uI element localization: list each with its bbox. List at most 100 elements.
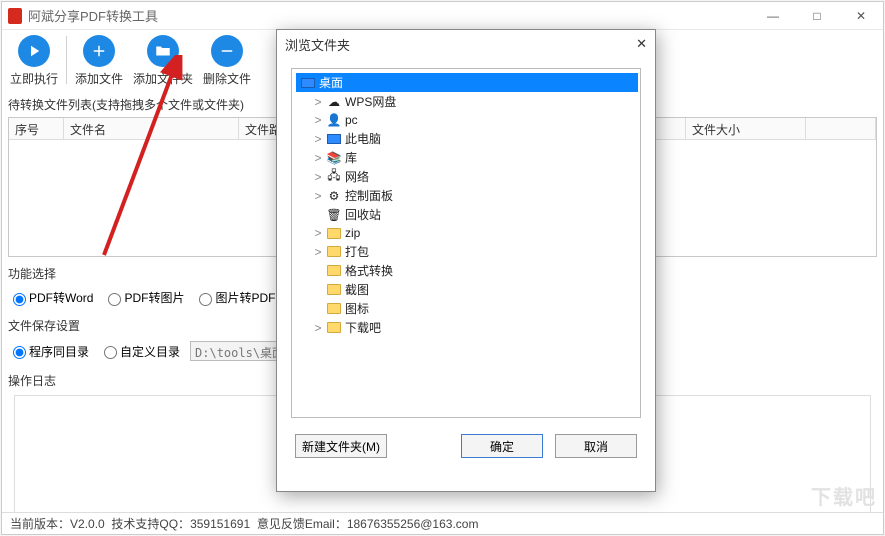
folder-icon	[326, 282, 342, 298]
tree-root-desktop[interactable]: 桌面	[296, 73, 638, 92]
watermark: 下载吧	[811, 481, 877, 510]
expand-icon[interactable]: >	[312, 113, 324, 127]
radio-customdir[interactable]: 自定义目录	[99, 343, 180, 360]
tree-item-label: 回收站	[345, 206, 381, 223]
tree-item-label: 网络	[345, 168, 369, 185]
expand-icon[interactable]	[312, 283, 324, 297]
version-value: V2.0.0	[70, 517, 105, 531]
dialog-buttons: 新建文件夹(M) 确定 取消	[277, 424, 655, 468]
tree-item-label: 截图	[345, 281, 369, 298]
panel-icon: ⚙	[326, 188, 342, 204]
dialog-close-button[interactable]: ✕	[636, 36, 647, 52]
expand-icon[interactable]: >	[312, 170, 324, 184]
tree-item[interactable]: 格式转换	[312, 261, 638, 280]
tree-item[interactable]: >📚库	[312, 148, 638, 167]
folder-icon	[326, 225, 342, 241]
folder-icon	[147, 35, 179, 67]
window-title: 阿斌分享PDF转换工具	[28, 6, 158, 25]
run-button[interactable]: 立即执行	[2, 30, 66, 92]
tree-root-label: 桌面	[319, 74, 343, 91]
expand-icon[interactable]	[312, 302, 324, 316]
net-icon: 🖧	[326, 169, 342, 185]
folder-icon	[326, 263, 342, 279]
radio-img2pdf-label: 图片转PDF	[215, 289, 275, 306]
expand-icon[interactable]: >	[312, 151, 324, 165]
tree-item-label: WPS网盘	[345, 93, 396, 110]
col-no[interactable]: 序号	[9, 118, 64, 139]
radio-pdf2word-label: PDF转Word	[29, 289, 93, 306]
radio-pdf2word[interactable]: PDF转Word	[8, 289, 93, 306]
add-folder-button[interactable]: 添加文件夹	[131, 30, 195, 92]
expand-icon[interactable]: >	[312, 132, 324, 146]
run-label: 立即执行	[10, 70, 58, 87]
title-bar: 阿斌分享PDF转换工具 — □ ✕	[2, 2, 883, 30]
email-label: 意见反馈Email：	[257, 515, 347, 532]
folder-tree[interactable]: 桌面 >☁WPS网盘>👤pc>此电脑>📚库>🖧网络>⚙控制面板 🗑回收站>zip…	[291, 68, 641, 418]
tree-item-label: 库	[345, 149, 357, 166]
ok-button[interactable]: 确定	[461, 434, 543, 458]
tree-item-label: 打包	[345, 243, 369, 260]
expand-icon[interactable]: >	[312, 95, 324, 109]
expand-icon[interactable]: >	[312, 245, 324, 259]
dialog-title: 浏览文件夹	[285, 35, 350, 54]
col-extra[interactable]	[806, 118, 876, 139]
dialog-header: 浏览文件夹 ✕	[277, 30, 655, 58]
expand-icon[interactable]	[312, 208, 324, 222]
qq-label: 技术支持QQ：	[111, 515, 190, 532]
expand-icon[interactable]: >	[312, 189, 324, 203]
email-value: 18676355256@163.com	[347, 517, 479, 531]
tree-item-label: zip	[345, 226, 360, 240]
expand-icon[interactable]: >	[312, 321, 324, 335]
user-icon: 👤	[326, 112, 342, 128]
new-folder-button[interactable]: 新建文件夹(M)	[295, 434, 387, 458]
tree-item[interactable]: > 打包	[312, 242, 638, 261]
cloud-icon: ☁	[326, 94, 342, 110]
radio-img2pdf[interactable]: 图片转PDF	[194, 289, 275, 306]
tree-item[interactable]: > zip	[312, 224, 638, 242]
plus-icon	[83, 35, 115, 67]
delete-file-label: 删除文件	[203, 70, 251, 87]
expand-icon[interactable]: >	[312, 226, 324, 240]
browse-folder-dialog: 浏览文件夹 ✕ 桌面 >☁WPS网盘>👤pc>此电脑>📚库>🖧网络>⚙控制面板 …	[276, 29, 656, 492]
radio-samedir[interactable]: 程序同目录	[8, 343, 89, 360]
maximize-button[interactable]: □	[795, 2, 839, 30]
lib-icon: 📚	[326, 150, 342, 166]
tree-item[interactable]: >☁WPS网盘	[312, 92, 638, 111]
radio-samedir-label: 程序同目录	[29, 343, 89, 360]
tree-item[interactable]: >👤pc	[312, 111, 638, 129]
tree-item-label: 格式转换	[345, 262, 393, 279]
radio-pdf2img[interactable]: PDF转图片	[103, 289, 184, 306]
radio-pdf2img-label: PDF转图片	[124, 289, 184, 306]
expand-icon[interactable]	[312, 264, 324, 278]
minimize-button[interactable]: —	[751, 2, 795, 30]
tree-item-label: 图标	[345, 300, 369, 317]
add-file-button[interactable]: 添加文件	[67, 30, 131, 92]
qq-value: 359151691	[190, 517, 250, 531]
tree-item[interactable]: >下载吧	[312, 318, 638, 337]
trash-icon: 🗑	[326, 207, 342, 223]
status-bar: 当前版本： V2.0.0 技术支持QQ： 359151691 意见反馈Email…	[2, 512, 883, 534]
monitor-icon	[300, 75, 316, 91]
tree-item-label: 此电脑	[345, 130, 381, 147]
close-button[interactable]: ✕	[839, 2, 883, 30]
tree-item[interactable]: > 此电脑	[312, 129, 638, 148]
tree-item[interactable]: 截图	[312, 280, 638, 299]
tree-item[interactable]: 图标	[312, 299, 638, 318]
add-file-label: 添加文件	[75, 70, 123, 87]
add-folder-label: 添加文件夹	[133, 70, 193, 87]
monitor-icon	[326, 131, 342, 147]
version-label: 当前版本：	[10, 515, 70, 532]
tree-item-label: pc	[345, 113, 358, 127]
cancel-button[interactable]: 取消	[555, 434, 637, 458]
col-size[interactable]: 文件大小	[686, 118, 806, 139]
folder-icon	[326, 244, 342, 260]
tree-item[interactable]: >🖧网络	[312, 167, 638, 186]
radio-customdir-label: 自定义目录	[120, 343, 180, 360]
col-name[interactable]: 文件名	[64, 118, 239, 139]
play-icon	[18, 35, 50, 67]
tree-item[interactable]: >⚙控制面板	[312, 186, 638, 205]
folder-icon	[326, 320, 342, 336]
delete-file-button[interactable]: 删除文件	[195, 30, 259, 92]
tree-item-label: 控制面板	[345, 187, 393, 204]
tree-item[interactable]: 🗑回收站	[312, 205, 638, 224]
